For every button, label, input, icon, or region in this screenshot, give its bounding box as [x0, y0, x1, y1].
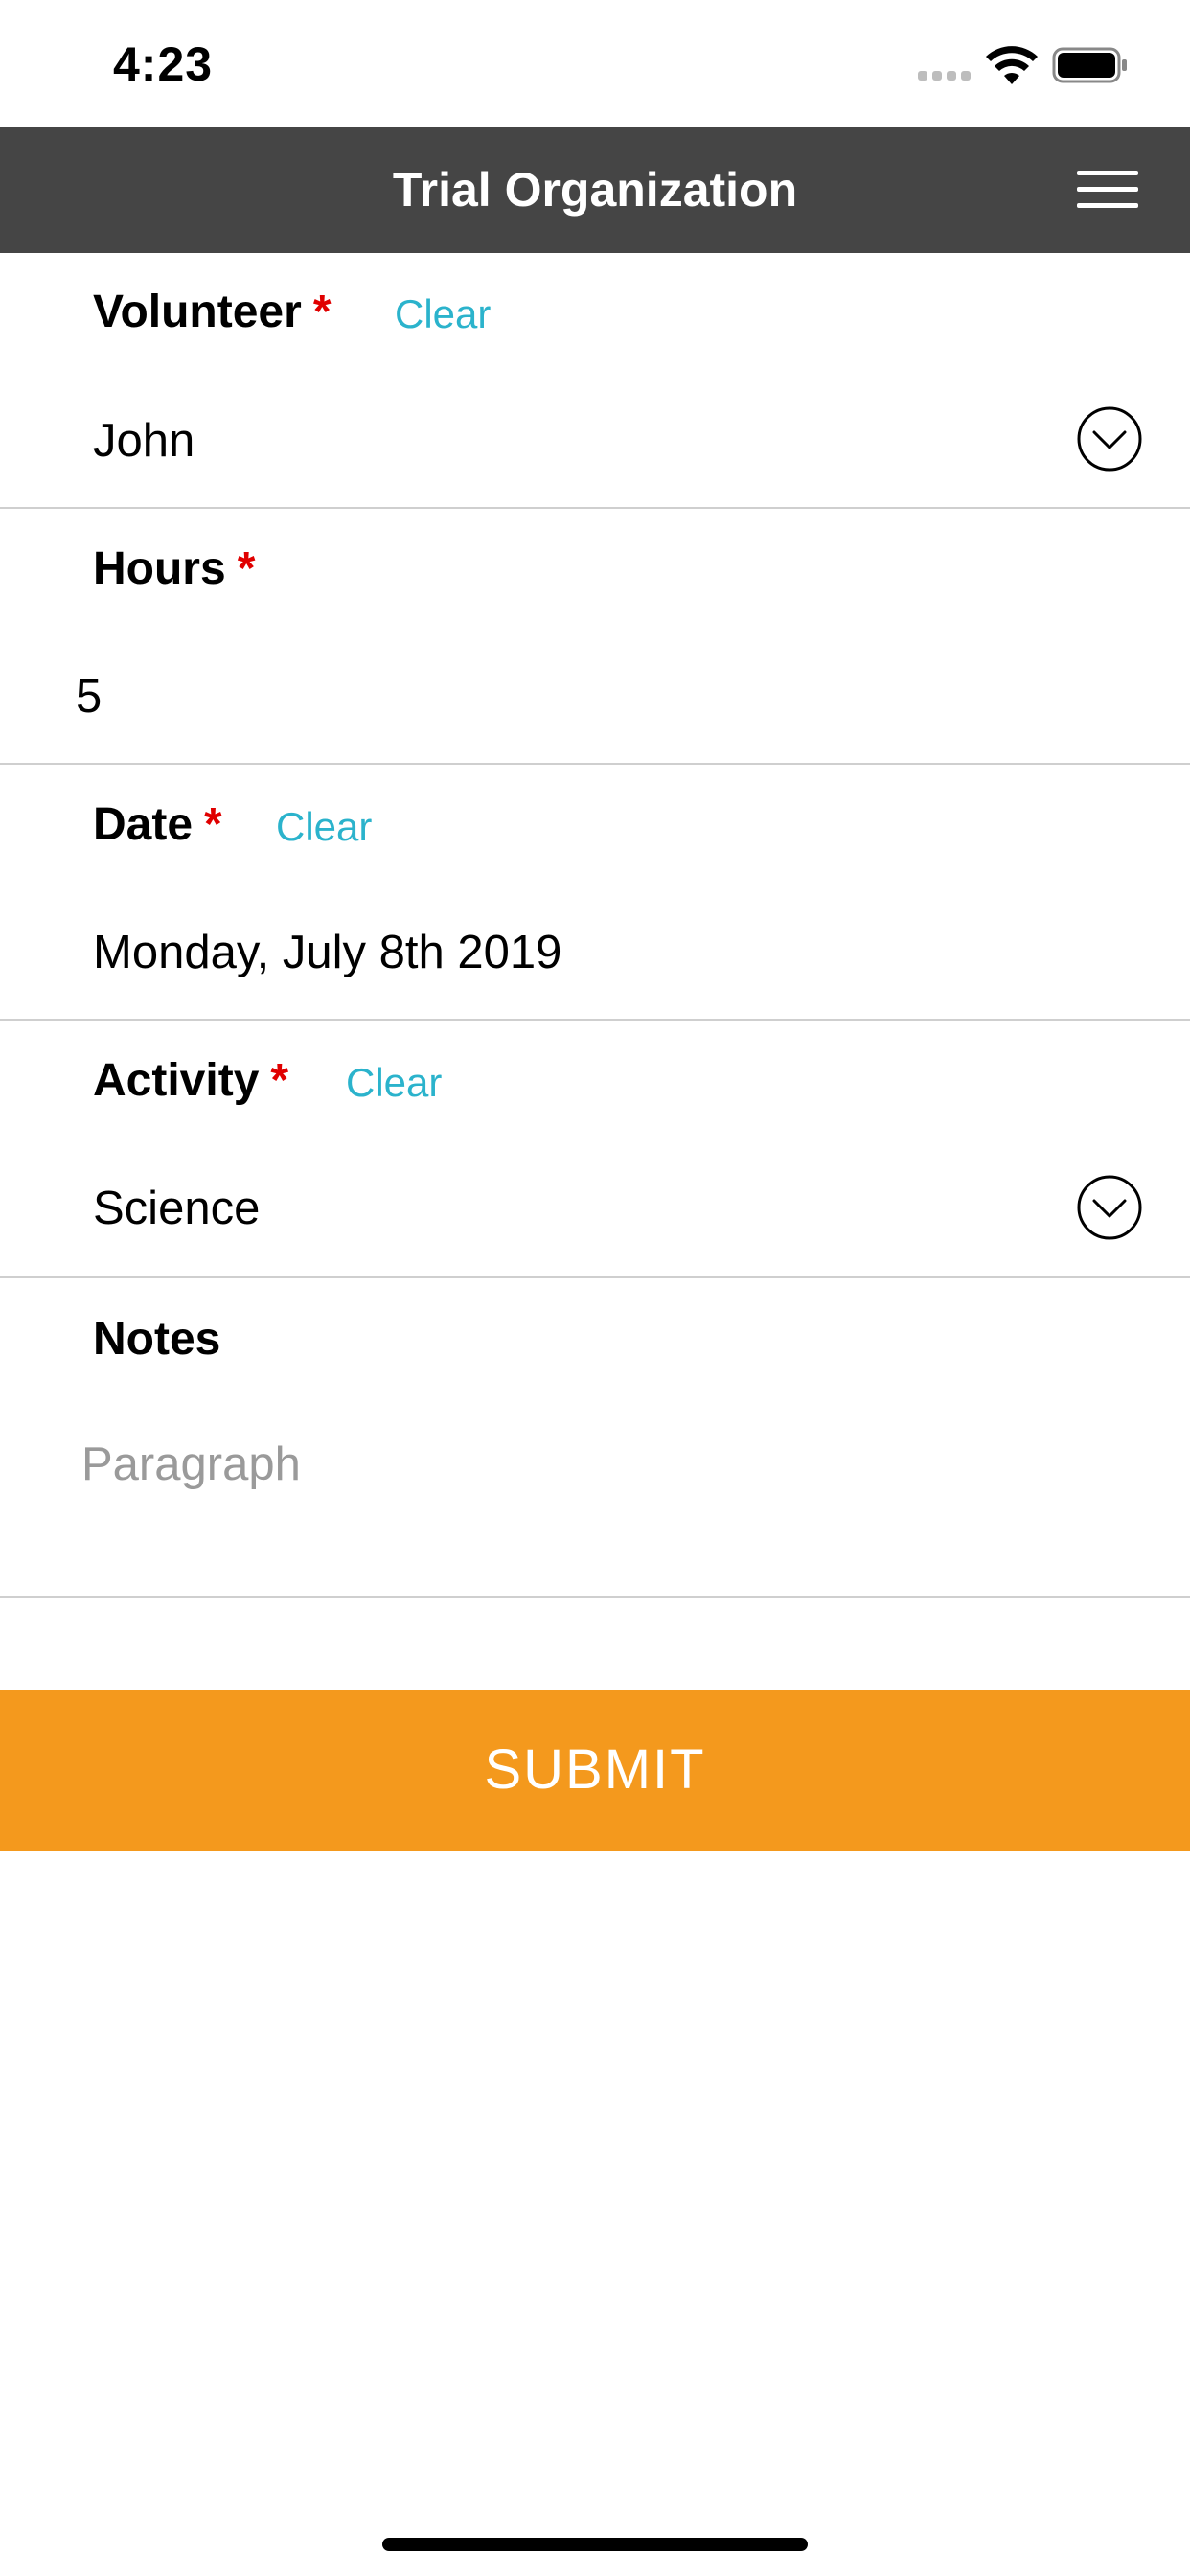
submit-button[interactable]: SUBMIT	[0, 1690, 1190, 1851]
status-bar: 4:23	[0, 0, 1190, 126]
volunteer-select[interactable]: John	[93, 414, 195, 468]
cellular-signal-icon	[918, 71, 971, 80]
notes-field: Notes Paragraph	[0, 1278, 1190, 1598]
required-marker: *	[312, 287, 332, 337]
page-title: Trial Organization	[392, 163, 798, 217]
hamburger-menu-icon[interactable]	[1077, 169, 1140, 211]
date-clear-link[interactable]: Clear	[276, 804, 372, 850]
volunteer-label: Volunteer *	[93, 286, 332, 338]
date-field: Date * Clear Monday, July 8th 2019	[0, 765, 1190, 1021]
activity-label-text: Activity	[93, 1055, 260, 1106]
activity-field: Activity * Clear Science	[0, 1021, 1190, 1278]
chevron-down-circle-icon[interactable]	[1077, 1175, 1142, 1240]
required-marker: *	[237, 543, 256, 594]
date-picker[interactable]: Monday, July 8th 2019	[93, 926, 561, 979]
hours-input[interactable]: 5	[76, 670, 102, 724]
hours-field: Hours * 5	[0, 509, 1190, 765]
home-indicator[interactable]	[382, 2538, 808, 2551]
required-marker: *	[270, 1055, 289, 1106]
hours-label: Hours *	[93, 542, 255, 595]
notes-textarea[interactable]: Paragraph	[81, 1438, 301, 1491]
activity-select[interactable]: Science	[93, 1182, 260, 1235]
notes-label: Notes	[93, 1314, 221, 1365]
volunteer-field: Volunteer * Clear John	[0, 253, 1190, 509]
hours-label-text: Hours	[93, 543, 226, 594]
date-label-text: Date	[93, 799, 194, 850]
chevron-down-circle-icon[interactable]	[1077, 406, 1142, 472]
volunteer-label-text: Volunteer	[93, 287, 302, 337]
wifi-icon	[986, 46, 1038, 84]
app-header: Trial Organization	[0, 126, 1190, 253]
battery-icon	[1052, 47, 1127, 83]
status-time: 4:23	[113, 37, 214, 91]
date-label: Date *	[93, 798, 222, 851]
activity-label: Activity *	[93, 1054, 288, 1107]
volunteer-clear-link[interactable]: Clear	[395, 291, 491, 337]
activity-clear-link[interactable]: Clear	[346, 1060, 442, 1106]
required-marker: *	[204, 799, 222, 850]
